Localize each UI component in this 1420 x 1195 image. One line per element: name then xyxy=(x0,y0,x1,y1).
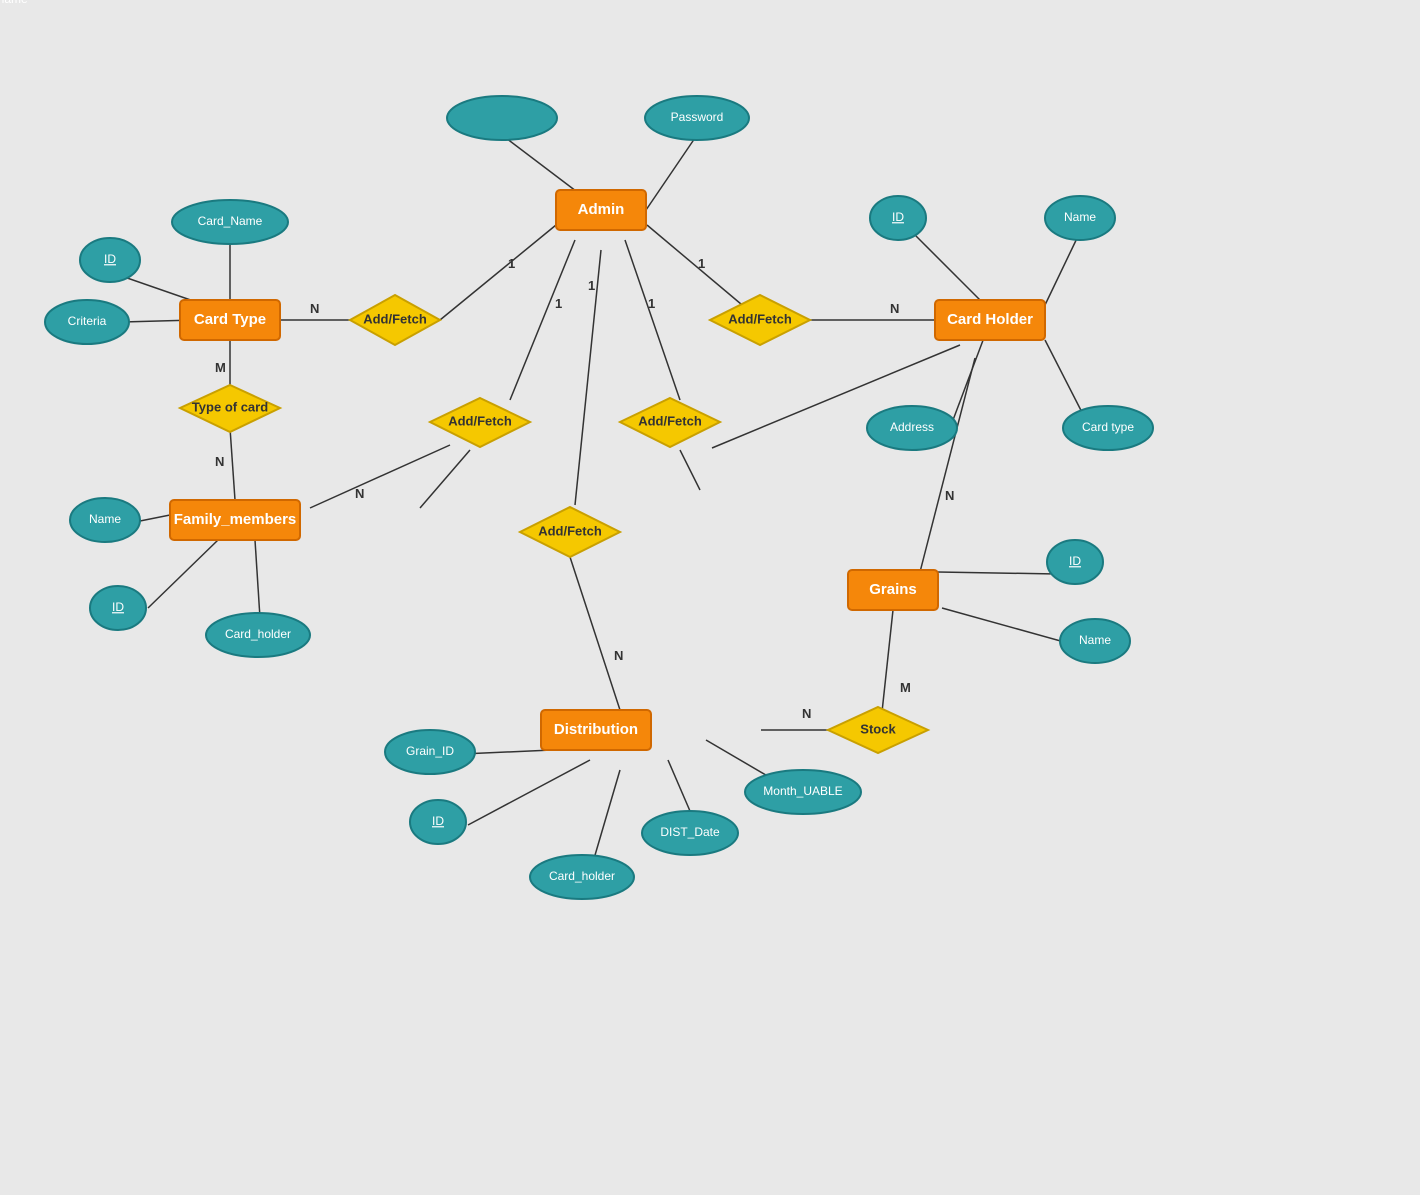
attribute-ch-card-type: Card type xyxy=(1063,406,1153,450)
svg-text:Distribution: Distribution xyxy=(554,721,638,738)
svg-text:Month_UABLE: Month_UABLE xyxy=(763,784,842,798)
attribute-fm-name: Name xyxy=(70,498,140,542)
svg-text:N: N xyxy=(614,648,623,663)
svg-text:Stock: Stock xyxy=(860,721,896,736)
svg-text:Card type: Card type xyxy=(1082,420,1134,434)
svg-text:Card_holder: Card_holder xyxy=(549,869,615,883)
svg-text:Grains: Grains xyxy=(869,581,917,598)
svg-text:Add/Fetch: Add/Fetch xyxy=(638,413,702,428)
attribute-ch-address: Address xyxy=(867,406,957,450)
svg-text:Username: Username xyxy=(0,0,28,6)
svg-text:1: 1 xyxy=(698,256,705,271)
svg-text:Name: Name xyxy=(1064,210,1096,224)
svg-text:Name: Name xyxy=(1079,633,1111,647)
svg-text:Card_holder: Card_holder xyxy=(225,627,291,641)
svg-text:Address: Address xyxy=(890,420,934,434)
entity-card-type: Card Type xyxy=(180,300,280,340)
attribute-grains-id: ID xyxy=(1047,540,1103,584)
svg-text:N: N xyxy=(215,454,224,469)
svg-text:ID: ID xyxy=(112,600,124,614)
svg-text:1: 1 xyxy=(508,256,515,271)
svg-text:Criteria: Criteria xyxy=(68,314,107,328)
attribute-dist-grain-id: Grain_ID xyxy=(385,730,475,774)
svg-text:Card Type: Card Type xyxy=(194,311,266,328)
attribute-grains-name: Name xyxy=(1060,619,1130,663)
svg-text:1: 1 xyxy=(555,296,562,311)
svg-text:N: N xyxy=(355,486,364,501)
svg-text:ID: ID xyxy=(892,210,904,224)
attribute-dist-card-holder: Card_holder xyxy=(530,855,634,899)
entity-admin: Admin xyxy=(556,190,646,230)
entity-family-members: Family_members xyxy=(170,500,300,540)
svg-text:Type of card: Type of card xyxy=(192,399,268,414)
svg-text:Admin: Admin xyxy=(578,201,625,218)
attribute-fm-id: ID xyxy=(90,586,146,630)
svg-text:Family_members: Family_members xyxy=(174,511,297,528)
attribute-fm-card-holder: Card_holder xyxy=(206,613,310,657)
svg-text:Password: Password xyxy=(671,110,724,124)
svg-text:M: M xyxy=(900,680,911,695)
attribute-ch-id: ID xyxy=(870,196,926,240)
attribute-criteria: Criteria xyxy=(45,300,129,344)
svg-text:Add/Fetch: Add/Fetch xyxy=(728,311,792,326)
svg-text:N: N xyxy=(945,488,954,503)
svg-text:Card Holder: Card Holder xyxy=(947,311,1033,328)
svg-text:1: 1 xyxy=(588,278,595,293)
attribute-card-name: Card_Name xyxy=(172,200,288,244)
svg-text:ID: ID xyxy=(432,814,444,828)
entity-distribution: Distribution xyxy=(541,710,651,750)
attribute-dist-date: DIST_Date xyxy=(642,811,738,855)
attribute-password: Password xyxy=(645,96,749,140)
svg-text:Add/Fetch: Add/Fetch xyxy=(363,311,427,326)
attribute-month-uable: Month_UABLE xyxy=(745,770,861,814)
attribute-ch-name: Name xyxy=(1045,196,1115,240)
svg-text:Card_Name: Card_Name xyxy=(198,214,263,228)
svg-text:Add/Fetch: Add/Fetch xyxy=(538,523,602,538)
er-diagram: 1 N 1 N 1 N N M N M N N 1 1 Username Pas… xyxy=(0,0,1420,1195)
svg-text:N: N xyxy=(310,301,319,316)
svg-text:N: N xyxy=(890,301,899,316)
svg-text:ID: ID xyxy=(104,252,116,266)
svg-text:ID: ID xyxy=(1069,554,1081,568)
svg-text:1: 1 xyxy=(648,296,655,311)
attribute-card-type-id: ID xyxy=(80,238,140,282)
svg-text:M: M xyxy=(215,360,226,375)
entity-grains: Grains xyxy=(848,570,938,610)
svg-text:DIST_Date: DIST_Date xyxy=(660,825,720,839)
svg-text:N: N xyxy=(802,706,811,721)
svg-text:Add/Fetch: Add/Fetch xyxy=(448,413,512,428)
attribute-dist-id: ID xyxy=(410,800,466,844)
entity-card-holder: Card Holder xyxy=(935,300,1045,340)
svg-text:Grain_ID: Grain_ID xyxy=(406,744,454,758)
svg-text:Name: Name xyxy=(89,512,121,526)
